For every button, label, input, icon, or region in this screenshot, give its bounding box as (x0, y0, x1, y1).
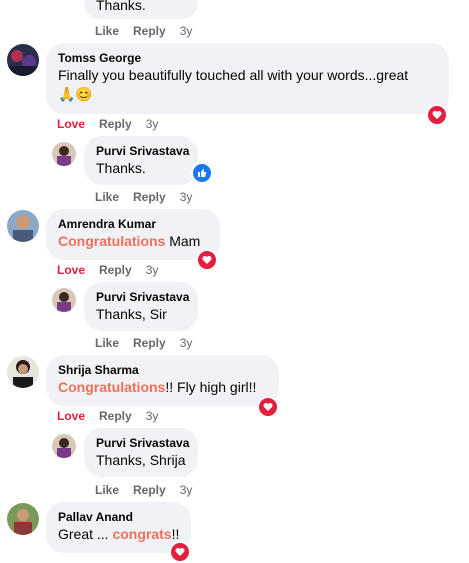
comment-text-rest: !! (171, 526, 180, 542)
comment-text-rest: Mam (165, 233, 201, 249)
timestamp: 3y (145, 409, 159, 423)
heart-reaction-icon[interactable] (426, 104, 448, 126)
comment-actions: Like Reply 3y (95, 483, 206, 497)
comment-text-prefix: Great ... (58, 526, 113, 542)
comment-actions: Like Reply 3y (95, 336, 206, 350)
comment-actions: Like Reply 3y (95, 190, 206, 204)
timestamp: 3y (145, 263, 159, 277)
love-button[interactable]: Love (57, 263, 85, 277)
love-button[interactable]: Love (57, 117, 85, 131)
like-button[interactable]: Like (95, 483, 119, 497)
comment-author[interactable]: Amrendra Kumar (58, 216, 208, 232)
reply-button[interactable]: Reply (99, 409, 132, 423)
comment-author[interactable]: Pallav Anand (58, 509, 179, 525)
avatar[interactable] (52, 288, 76, 312)
comment-bubble: Thanks. (84, 0, 198, 19)
comment-bubble: Pallav Anand Great ... congrats!! (46, 502, 191, 553)
comment-author[interactable]: Purvi Srivastava (96, 289, 189, 305)
comment-emoji: 🙏😊 (58, 86, 93, 102)
heart-reaction-icon[interactable] (257, 396, 279, 418)
highlight-word[interactable]: congrats (112, 526, 171, 542)
comment-text-rest: !! Fly high girl!! (165, 379, 257, 395)
comment-bubble: Amrendra Kumar Congratulations Mam (46, 209, 220, 260)
comment-author[interactable]: Purvi Srivastava (96, 435, 189, 451)
avatar[interactable] (7, 356, 39, 388)
comment-author[interactable]: Shrija Sharma (58, 362, 267, 378)
reply-button[interactable]: Reply (133, 483, 166, 497)
comment-bubble: Purvi Srivastava Thanks. (84, 136, 198, 185)
comment-bubble: Shrija Sharma Congratulations!! Fly high… (46, 355, 279, 406)
reply-button[interactable]: Reply (133, 336, 166, 350)
comment-actions: Love Reply 3y (57, 117, 172, 131)
timestamp: 3y (179, 483, 193, 497)
comment-text: Finally you beautifully touched all with… (58, 67, 409, 83)
heart-reaction-icon[interactable] (196, 249, 218, 271)
like-button[interactable]: Like (95, 24, 119, 38)
timestamp: 3y (179, 336, 193, 350)
reply-button[interactable]: Reply (99, 263, 132, 277)
comment-text: Congratulations!! Fly high girl!! (58, 378, 267, 397)
like-button[interactable]: Like (95, 336, 119, 350)
comment-author[interactable]: Purvi Srivastava (96, 143, 189, 159)
highlight-word[interactable]: Congratulations (58, 233, 165, 249)
timestamp: 3y (179, 24, 193, 38)
avatar[interactable] (7, 503, 39, 535)
timestamp: 3y (145, 117, 159, 131)
comment-text: Thanks, Sir (96, 306, 167, 322)
comment-text: Congratulations Mam (58, 232, 208, 251)
avatar[interactable] (7, 210, 39, 242)
like-button[interactable]: Like (95, 190, 119, 204)
avatar[interactable] (52, 434, 76, 458)
comment-text: Great ... congrats!! (58, 525, 179, 544)
comment-text: Thanks. (96, 160, 146, 176)
reply-button[interactable]: Reply (133, 24, 166, 38)
timestamp: 3y (179, 190, 193, 204)
avatar[interactable] (7, 44, 39, 76)
highlight-word[interactable]: Congratulations (58, 379, 165, 395)
comment-actions: Love Reply 3y (57, 409, 172, 423)
comment-actions: Like Reply 3y (95, 24, 206, 38)
comment-bubble: Purvi Srivastava Thanks, Sir (84, 282, 198, 331)
like-reaction-icon[interactable] (191, 162, 213, 184)
comment-bubble: Purvi Srivastava Thanks, Shrija (84, 428, 198, 477)
comment-text: Thanks. (96, 0, 146, 13)
comment-author[interactable]: Tomss George (58, 50, 437, 66)
comment-text: Thanks, Shrija (96, 452, 186, 468)
heart-reaction-icon[interactable] (169, 541, 191, 563)
comment-actions: Love Reply 3y (57, 263, 172, 277)
reply-button[interactable]: Reply (99, 117, 132, 131)
avatar[interactable] (52, 142, 76, 166)
reply-button[interactable]: Reply (133, 190, 166, 204)
comment-bubble: Tomss George Finally you beautifully tou… (46, 43, 449, 114)
love-button[interactable]: Love (57, 409, 85, 423)
